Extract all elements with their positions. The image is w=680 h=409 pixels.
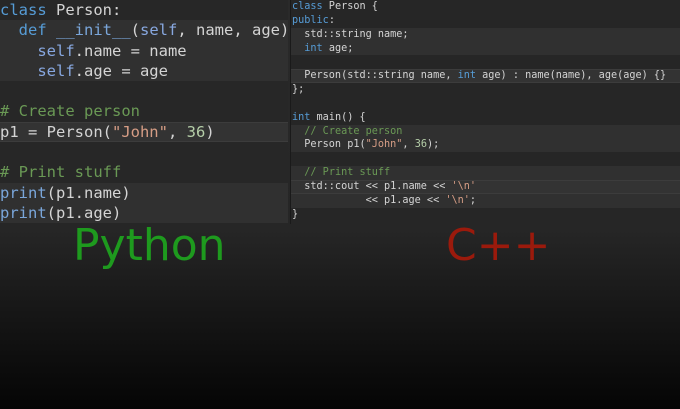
code-line[interactable]: std::string name;	[291, 27, 680, 42]
code-token: age) : name(name), age(age) {}	[476, 70, 667, 82]
cpp-code-panel[interactable]: class Person {public: std::string name; …	[290, 0, 680, 224]
code-token: (	[130, 21, 141, 40]
code-token: std::string name;	[292, 28, 409, 40]
code-line[interactable]: std::cout << p1.name << '\n'	[291, 179, 680, 194]
code-line[interactable]	[0, 81, 288, 101]
code-token: class	[0, 1, 47, 19]
python-code-panel[interactable]: class Person: def __init__(self, name, a…	[0, 0, 299, 224]
code-token: << p1.age <<	[292, 194, 446, 206]
code-line[interactable]: << p1.age << '\n';	[291, 193, 680, 208]
code-token: .name = name	[74, 41, 187, 60]
code-token: ,	[402, 139, 415, 151]
code-token: Person {	[322, 1, 378, 12]
code-token: int	[304, 42, 323, 54]
code-token: int	[457, 70, 477, 82]
code-token: '\n'	[445, 194, 470, 206]
code-line[interactable]: };	[291, 83, 680, 97]
code-token: // Create person	[304, 125, 403, 137]
code-token: )	[205, 122, 215, 141]
code-line[interactable]: print(p1.name)	[0, 182, 288, 203]
code-line[interactable]: Person(std::string name, int age) : name…	[291, 69, 680, 84]
code-token: "John"	[111, 122, 168, 141]
code-line[interactable]: // Create person	[291, 124, 680, 139]
code-token: def	[18, 21, 47, 40]
code-token: }	[292, 208, 299, 220]
code-token: Person(std::string name,	[292, 70, 458, 82]
code-token: // Print stuff	[304, 167, 391, 179]
code-token: .age = age	[74, 61, 168, 80]
code-token: );	[426, 139, 440, 151]
code-line[interactable]: p1 = Person("John", 36)	[0, 121, 288, 143]
code-token: '\n'	[451, 180, 477, 192]
code-token: print	[0, 203, 47, 222]
code-token: # Print stuff	[0, 163, 122, 182]
code-token: };	[292, 84, 305, 96]
code-token: std::cout << p1.name <<	[292, 180, 452, 192]
code-line[interactable]	[291, 152, 680, 166]
code-token: Person p1(	[292, 139, 366, 151]
code-token: 36	[414, 139, 427, 151]
code-token: 36	[186, 122, 206, 141]
code-line[interactable]: class Person:	[0, 0, 288, 20]
code-token: # Create person	[0, 102, 140, 121]
code-token: public	[292, 14, 329, 26]
code-line[interactable]: int main() {	[291, 111, 680, 125]
code-line[interactable]: self.age = age	[0, 60, 288, 82]
cpp-label: C++	[446, 220, 551, 271]
code-token: int	[292, 111, 311, 123]
code-line[interactable]: # Create person	[0, 101, 288, 121]
code-token: class	[292, 1, 323, 12]
code-token: p1 = Person(	[0, 122, 112, 141]
code-line[interactable]: public:	[291, 14, 680, 28]
code-token: , name, age):	[177, 21, 299, 40]
code-token: age;	[322, 42, 354, 54]
code-token: ;	[469, 194, 477, 206]
code-token: :	[328, 14, 335, 26]
code-token: ,	[167, 122, 187, 141]
python-label: Python	[73, 220, 226, 271]
code-token: self	[37, 61, 75, 80]
code-token: self	[37, 41, 75, 60]
code-line[interactable]: class Person {	[291, 0, 680, 14]
code-line[interactable]: int age;	[291, 41, 680, 56]
code-token: "John"	[365, 139, 403, 151]
code-line[interactable]	[291, 97, 680, 111]
code-token: self	[140, 21, 178, 40]
code-token: print	[0, 183, 47, 202]
code-line[interactable]: def __init__(self, name, age):	[0, 20, 299, 41]
code-line[interactable]	[0, 142, 288, 162]
code-line[interactable]: // Print stuff	[291, 166, 680, 180]
code-token: main() {	[310, 111, 366, 123]
code-token: Person:	[46, 1, 122, 19]
code-line[interactable]: self.name = name	[0, 40, 288, 61]
code-token: __init__	[56, 21, 131, 40]
code-line[interactable]: # Print stuff	[0, 162, 288, 182]
code-token: (p1.name)	[46, 183, 131, 202]
code-line[interactable]: Person p1("John", 36);	[291, 138, 680, 153]
code-line[interactable]	[291, 55, 680, 69]
